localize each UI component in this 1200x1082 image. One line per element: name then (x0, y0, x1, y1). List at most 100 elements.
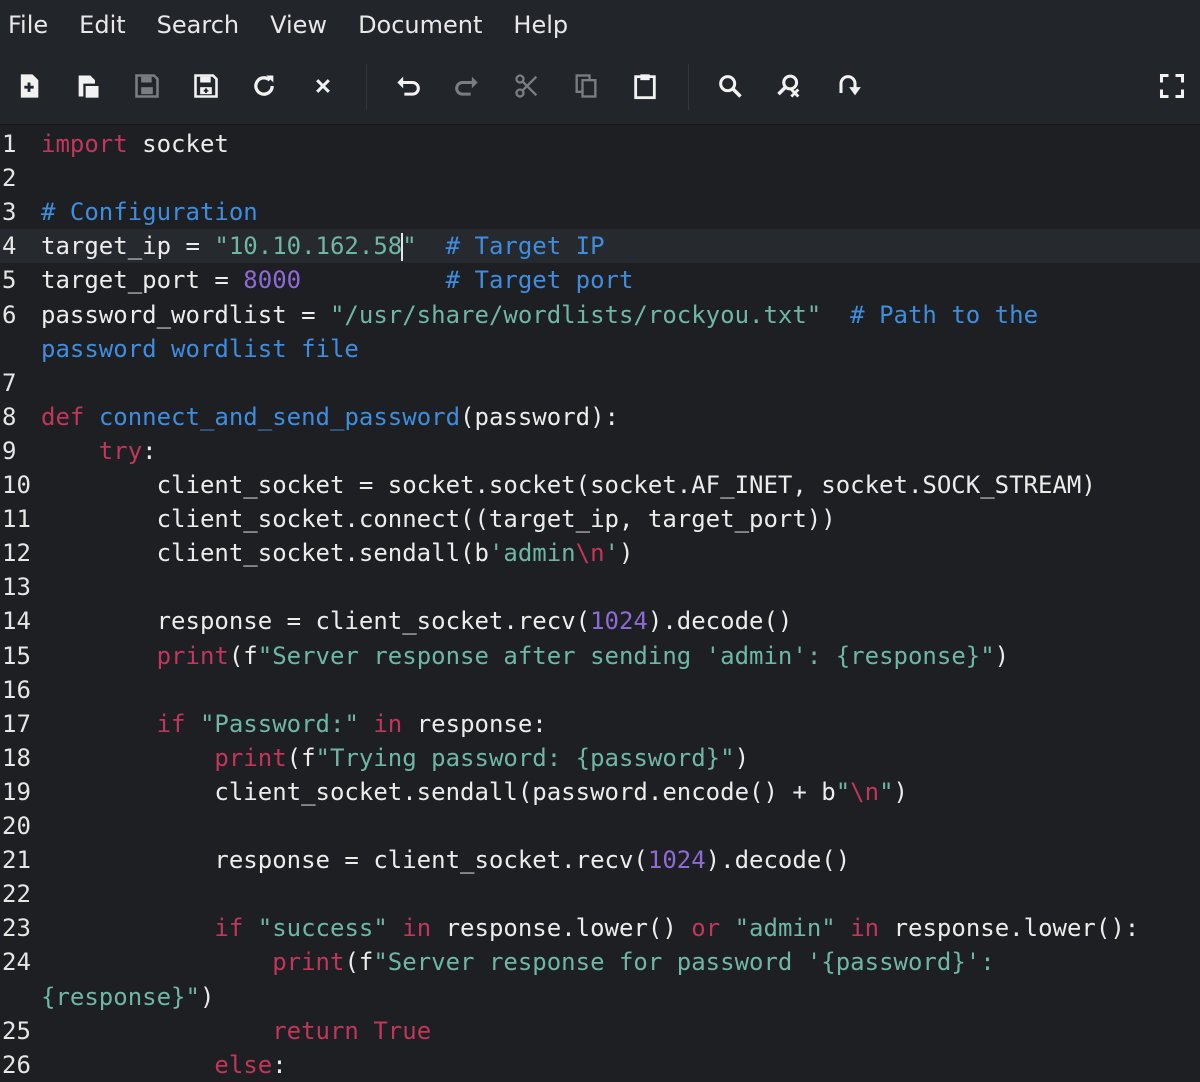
line-number: 12 (2, 539, 31, 568)
go-to-button[interactable] (830, 68, 866, 104)
code-line[interactable]: 13 (0, 570, 1200, 604)
code-line[interactable]: 24 print(f"Server response for password … (0, 945, 1200, 979)
code-line[interactable]: 8 def connect_and_send_password(password)… (0, 400, 1200, 434)
menu-search[interactable]: Search (157, 11, 239, 39)
undo-button[interactable] (391, 68, 427, 104)
code-token: (password): (460, 402, 619, 431)
code-line[interactable]: 25 return True (0, 1014, 1200, 1048)
code-line[interactable]: 14 response = client_socket.recv(1024).d… (0, 604, 1200, 638)
code-editor[interactable]: 1 import socket 2 3 # Configuration 4 target_i… (0, 125, 1200, 1082)
code-line[interactable]: 22 (0, 877, 1200, 911)
new-window-icon (78, 75, 99, 98)
code-line[interactable]: 3 # Configuration (0, 195, 1200, 229)
toolbar-separator (366, 64, 367, 110)
code-line[interactable]: 19 client_socket.sendall(password.encode… (0, 775, 1200, 809)
save-icon (135, 74, 159, 98)
code-line[interactable]: password wordlist file (0, 332, 1200, 366)
save-button[interactable] (129, 68, 165, 104)
code-token: print (156, 641, 229, 670)
code-token: client_socket.sendall(password.encode() … (41, 777, 836, 806)
code-line[interactable]: 7 (0, 366, 1200, 400)
search-button[interactable] (712, 68, 748, 104)
code-line[interactable]: 4 target_ip = "10.10.162.58" # Target IP (0, 229, 1200, 264)
code-line[interactable]: 16 (0, 673, 1200, 707)
code-line[interactable]: 17 if "Password:" in response: (0, 707, 1200, 741)
line-number: 19 (2, 777, 31, 806)
code-token: {response}" (41, 982, 200, 1011)
go-to-icon (839, 75, 861, 96)
code-line[interactable]: 6 password_wordlist = "/usr/share/wordlis… (0, 298, 1200, 332)
menu-document[interactable]: Document (358, 11, 482, 39)
code-text: import socket (41, 127, 229, 161)
code-token: ) (994, 641, 1010, 670)
redo-button[interactable] (448, 68, 484, 104)
copy-button[interactable] (568, 68, 604, 104)
code-line[interactable]: 10 client_socket = socket.socket(socket.… (0, 468, 1200, 502)
code-line[interactable]: 5 target_port = 8000 # Target port (0, 263, 1200, 297)
paste-button[interactable] (627, 68, 663, 104)
code-line[interactable]: 20 (0, 809, 1200, 843)
code-text: client_socket.connect((target_ip, target… (41, 502, 836, 536)
code-text: try: (41, 434, 157, 468)
code-line[interactable]: 21 response = client_socket.recv(1024).d… (0, 843, 1200, 877)
cut-button[interactable] (509, 68, 545, 104)
code-token: in (373, 709, 403, 738)
code-token: ) (199, 982, 215, 1011)
line-number: 16 (2, 675, 31, 704)
reload-icon (254, 75, 274, 96)
code-line[interactable]: 15 print(f"Server response after sending… (0, 639, 1200, 673)
cut-icon (515, 74, 538, 98)
code-line[interactable]: 2 (0, 161, 1200, 195)
fullscreen-button[interactable] (1154, 68, 1190, 104)
menu-file[interactable]: File (8, 11, 48, 39)
redo-icon (455, 76, 478, 96)
code-text: target_port = 8000 # Target port (41, 263, 633, 297)
code-token: "10.10.162.58 (214, 232, 403, 261)
code-text: def connect_and_send_password(password): (41, 400, 619, 434)
line-number: 14 (2, 607, 31, 636)
new-file-button[interactable] (11, 68, 47, 104)
code-line[interactable]: 12 client_socket.sendall(b'admin\n') (0, 536, 1200, 570)
code-text: target_ip = "10.10.162.58" # Target IP (41, 229, 605, 263)
code-token: in (850, 914, 880, 943)
code-token: try (98, 436, 143, 465)
code-line[interactable]: 11 client_socket.connect((target_ip, tar… (0, 502, 1200, 536)
line-number: 24 (2, 948, 31, 977)
code-line[interactable]: 26 else: (0, 1048, 1200, 1082)
code-token: # Path to the (850, 300, 1039, 329)
save-as-button[interactable] (188, 68, 224, 104)
line-number: 20 (2, 812, 31, 840)
line-number: 7 (2, 368, 17, 397)
code-token: or (691, 914, 721, 943)
code-line[interactable]: 9 try: (0, 434, 1200, 468)
code-token: \n (850, 777, 880, 806)
menu-view[interactable]: View (270, 11, 327, 39)
code-token: password_wordlist = (41, 300, 330, 329)
code-token: " (835, 777, 851, 806)
reload-button[interactable] (246, 68, 282, 104)
code-line[interactable]: 18 print(f"Trying password: {password}") (0, 741, 1200, 775)
line-number: 10 (2, 471, 31, 499)
close-button[interactable] (305, 68, 341, 104)
code-line[interactable]: {response}") (0, 980, 1200, 1014)
new-window-button[interactable] (70, 68, 106, 104)
code-line[interactable]: 1 import socket (0, 127, 1200, 161)
code-token: ) (734, 743, 750, 772)
menu-edit[interactable]: Edit (79, 11, 125, 39)
code-token: "success" (257, 914, 388, 943)
code-text: print(f"Server response for password '{p… (41, 945, 995, 979)
code-token: in (402, 914, 432, 943)
code-token: "Server response for password '{password… (373, 948, 995, 977)
search-replace-button[interactable] (771, 68, 807, 104)
toolbar (0, 50, 1200, 125)
code-token: response.lower() (431, 914, 692, 943)
code-token: True (373, 1016, 432, 1045)
code-line[interactable]: 23 if "success" in response.lower() or "… (0, 911, 1200, 945)
menu-help[interactable]: Help (513, 11, 568, 39)
